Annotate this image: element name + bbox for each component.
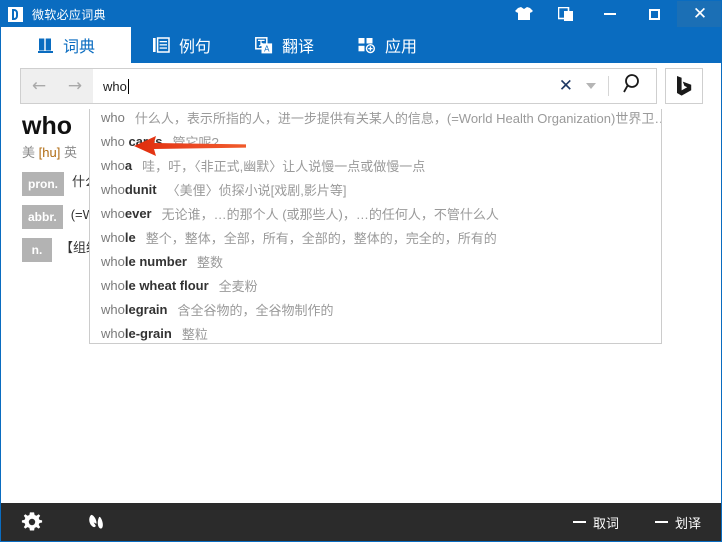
suggestion-item[interactable]: whole-grain 整粒 [90,321,661,343]
suggestion-meaning: 哇，吁，〈非正式,幽默〉让人说慢一点或做慢一点 [142,158,426,174]
search-actions: ✕ [554,69,656,103]
search-bar-area: ← → who ✕ [1,63,721,156]
suggestion-meaning: 整数 [196,254,223,270]
pron-us-value: [hu] [38,145,61,160]
magnifier-icon[interactable] [623,73,644,99]
suggestion-item[interactable]: whoa 哇，吁，〈非正式,幽默〉让人说慢一点或做慢一点 [90,153,661,177]
svg-text:A: A [264,44,270,53]
suggestion-meaning: 管它呢? [172,134,219,150]
tab-apps-label: 应用 [385,39,418,56]
gear-icon[interactable] [21,511,43,533]
close-icon: ✕ [692,3,708,24]
suggestion-headword: wholegrain [101,301,168,317]
dash-toggle-icon [572,521,586,523]
navigation-buttons: ← → [21,69,93,103]
pron-us-label: 美 [22,145,36,160]
suggestion-meaning: 含全谷物的，全谷物制作的 [177,302,334,318]
maximize-icon [649,8,660,20]
suggestion-meaning: 整粒 [181,326,208,342]
tab-examples-label: 例句 [179,39,212,56]
arrow-right-icon[interactable]: → [68,77,82,95]
suggestion-headword: whole [101,229,136,245]
tab-translate[interactable]: A 翻译 [233,27,336,63]
pron-uk-label: 英 [63,145,77,160]
tab-dictionary-label: 词典 [62,39,95,56]
part-of-speech-badge: pron. [22,172,64,196]
window-title: 微软必应词典 [32,7,106,22]
suggestion-headword: whole number [101,253,187,269]
translate-icon: A [255,36,273,54]
footer-options: 取词 划译 [537,513,721,532]
minimize-button[interactable] [587,1,632,27]
search-suggestions-dropdown[interactable]: who 什么人，表示所指的人，进一步提供有关某人的信息，(=World Heal… [89,104,662,344]
dash-toggle-icon [654,521,668,523]
footer-option-capture-word[interactable]: 取词 [572,513,619,532]
multi-window-icon[interactable] [545,1,587,27]
part-of-speech-badge: n. [22,238,52,262]
search-input-value: who [103,78,127,94]
bing-dictionary-window: 微软必应词典 ✕ 词典 例句 A 翻译 应用 who 美 [hu] 英 pron… [0,0,722,542]
suggestion-headword: who [101,109,125,125]
butterfly-icon[interactable] [87,512,107,533]
suggestion-meaning: 什么人，表示所指的人，进一步提供有关某人的信息，(=World Health O… [134,110,661,126]
suggestion-item[interactable]: whole number 整数 [90,249,661,273]
tab-apps[interactable]: 应用 [336,27,439,63]
suggestion-headword: whole wheat flour [101,277,209,293]
title-bar: 微软必应词典 ✕ [1,1,721,27]
search-input[interactable]: who [93,69,554,103]
suggestion-headword: whoa [101,157,133,173]
search-box: ← → who ✕ [20,68,657,104]
tab-examples[interactable]: 例句 [131,27,233,63]
window-controls: ✕ [503,1,721,27]
suggestion-headword: whodunit [101,181,157,197]
chevron-down-icon[interactable] [586,83,596,89]
arrow-left-icon[interactable]: ← [32,77,46,95]
bing-search-button[interactable] [665,68,703,104]
bing-logo-icon [8,6,23,22]
divider [608,76,609,96]
bing-b-icon [677,76,692,96]
book-icon [37,37,54,54]
close-button[interactable]: ✕ [677,1,721,27]
suggestion-headword: whoever [101,205,152,221]
footer-option-selection-translate[interactable]: 划译 [654,513,701,532]
suggestion-meaning: 全麦粉 [218,278,258,294]
minimize-icon [603,13,616,15]
suggestion-item[interactable]: who cares 管它呢? [90,129,661,153]
text-caret [127,78,129,94]
suggestion-item[interactable]: whoever 无论谁，…的那个人 (或那些人)，…的任何人，不管什么人 [90,201,661,225]
suggestion-headword: who cares [101,133,163,149]
clear-x-icon[interactable]: ✕ [554,77,578,95]
maximize-button[interactable] [632,1,677,27]
tab-translate-label: 翻译 [282,39,315,56]
footer-bar: 取词 划译 [1,503,721,541]
part-of-speech-badge: abbr. [22,205,63,229]
footer-option-capture-word-label: 取词 [592,515,619,531]
suggestion-meaning: 整个，整体，全部，所有，全部的，整体的，完全的，所有的 [145,230,497,246]
suggestion-item[interactable]: whodunit 〈美俚〉侦探小说[戏剧,影片等] [90,177,661,201]
suggestion-meaning: 〈美俚〉侦探小说[戏剧,影片等] [166,182,347,198]
apps-grid-plus-icon [358,37,376,54]
tshirt-skin-icon[interactable] [503,1,545,27]
suggestion-item[interactable]: whole 整个，整体，全部，所有，全部的，整体的，完全的，所有的 [90,225,661,249]
suggestion-item[interactable]: wholegrain 含全谷物的，全谷物制作的 [90,297,661,321]
suggestion-meaning: 无论谁，…的那个人 (或那些人)，…的任何人，不管什么人 [161,206,499,222]
footer-option-selection-translate-label: 划译 [674,515,701,531]
suggestion-headword: whole-grain [101,325,172,341]
tab-dictionary[interactable]: 词典 [1,27,131,63]
suggestion-item[interactable]: whole wheat flour 全麦粉 [90,273,661,297]
main-tab-bar: 词典 例句 A 翻译 应用 [1,27,721,63]
list-lines-icon [153,37,170,53]
